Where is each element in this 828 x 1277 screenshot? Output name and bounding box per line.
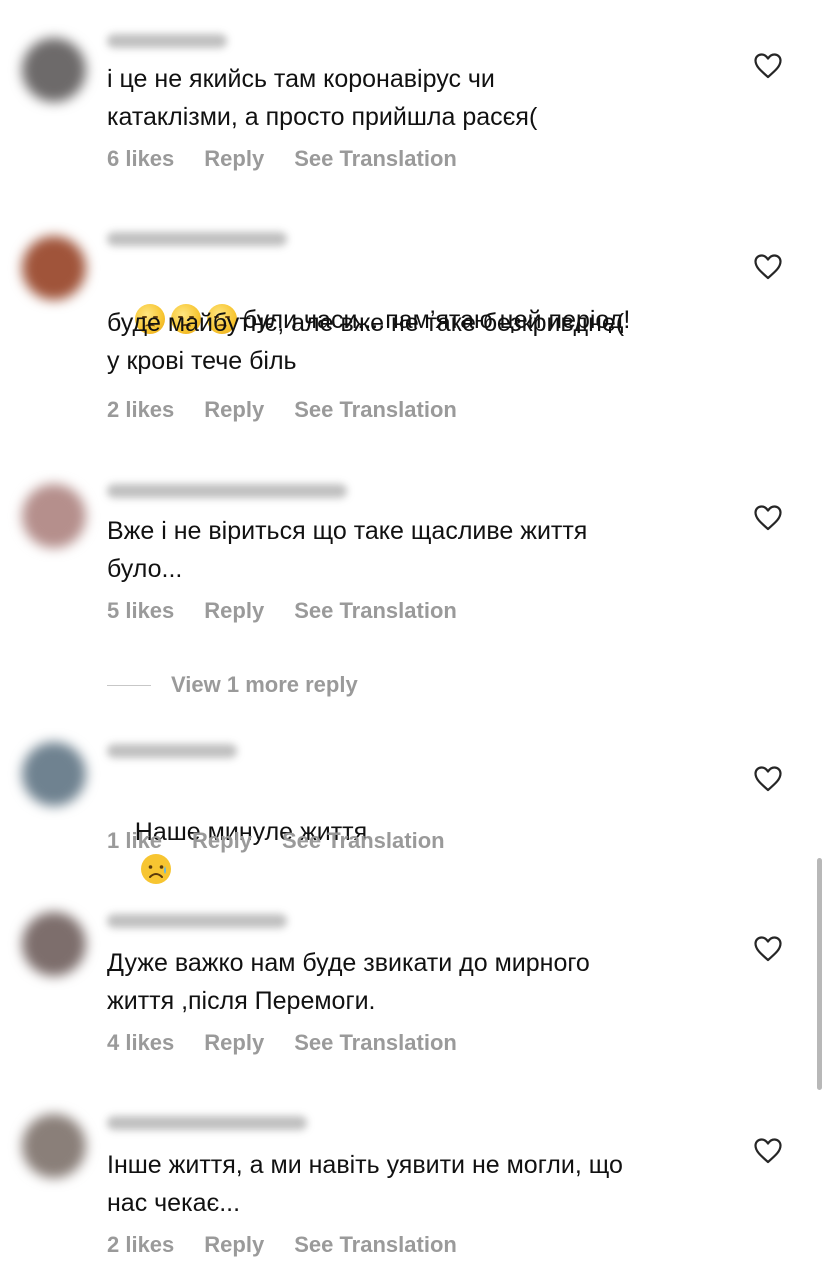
username-blurred[interactable] [107, 1116, 307, 1130]
avatar[interactable] [22, 1114, 86, 1178]
comment-item: Інше життя, а ми навіть уявити не могли,… [0, 0, 828, 1277]
scrollbar[interactable] [817, 858, 822, 1090]
comment-actions: 2 likes Reply See Translation [107, 1232, 487, 1258]
see-translation-button[interactable]: See Translation [294, 1232, 457, 1258]
likes-count[interactable]: 2 likes [107, 1232, 174, 1258]
heart-icon[interactable] [754, 1138, 782, 1164]
reply-button[interactable]: Reply [204, 1232, 264, 1258]
comment-text: Інше життя, а ми навіть уявити не могли,… [107, 1151, 623, 1217]
